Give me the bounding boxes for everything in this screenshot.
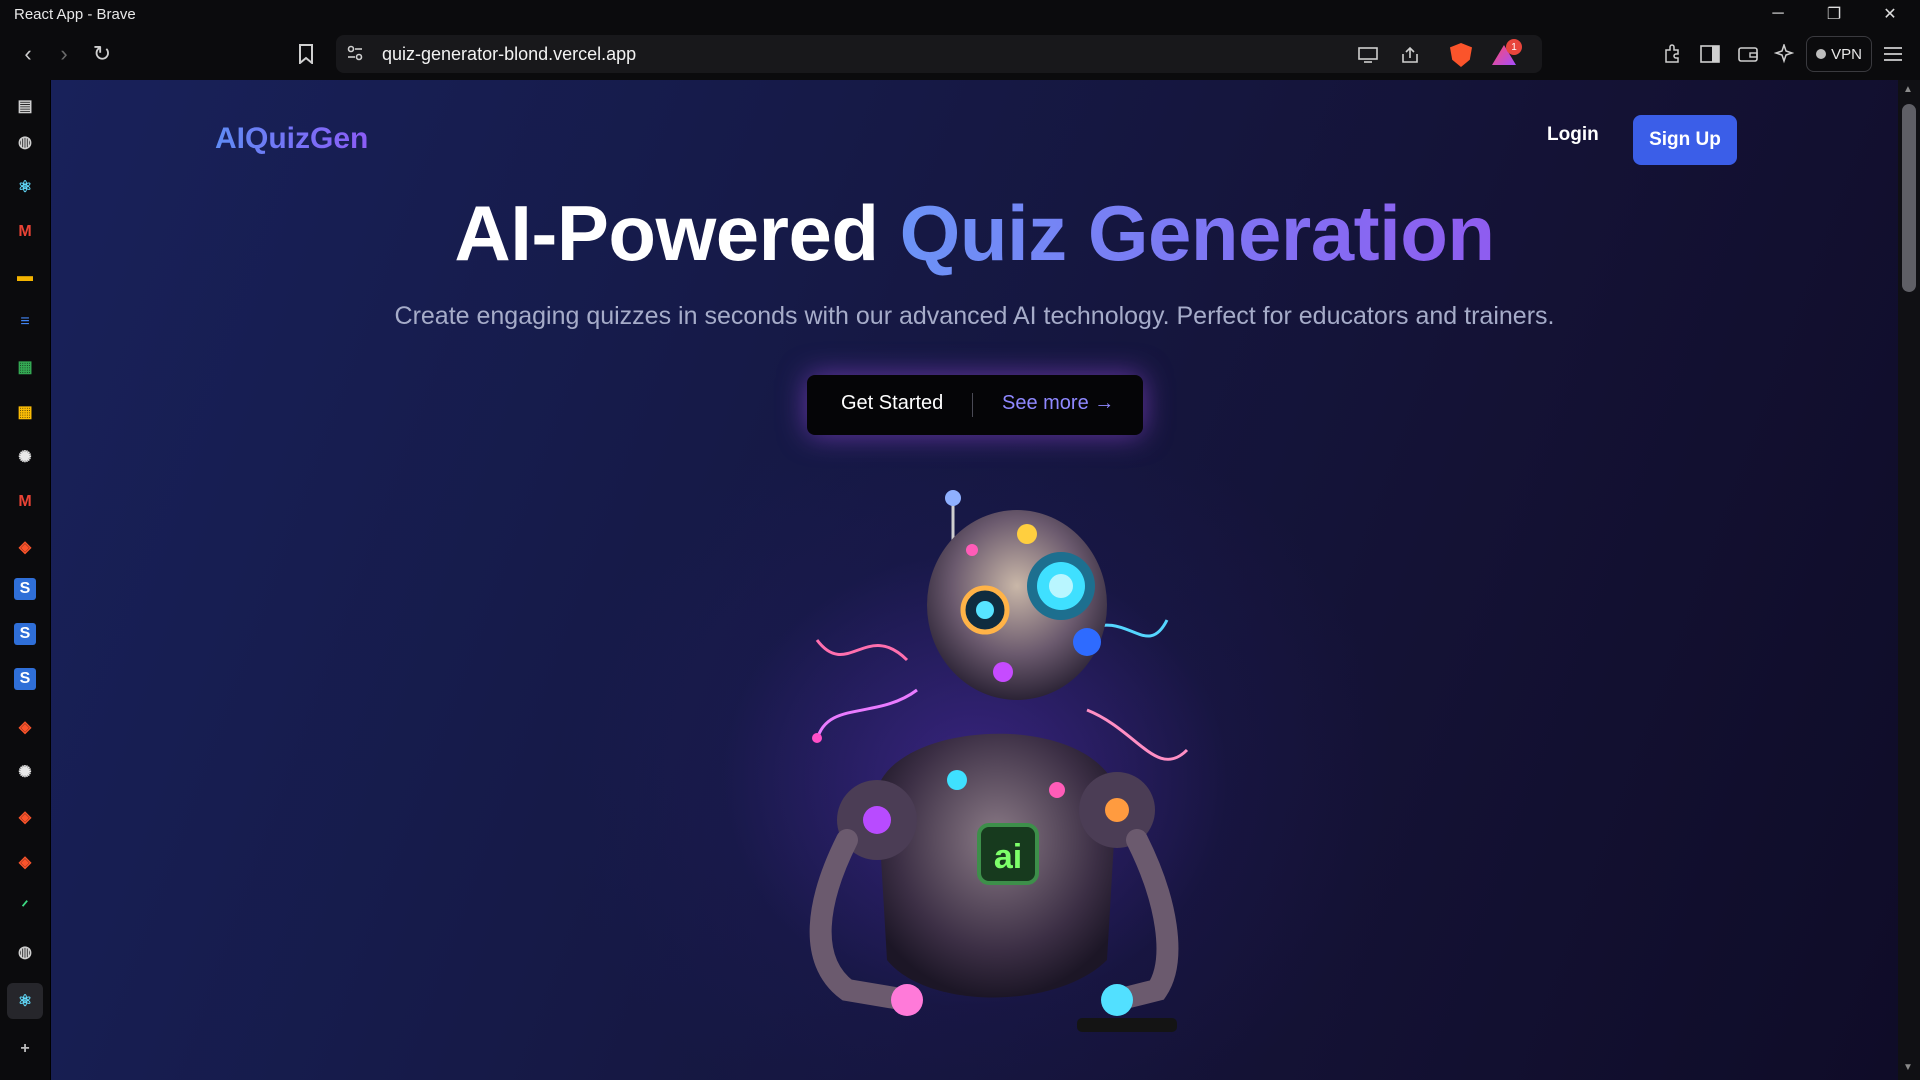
site-logo[interactable]: AIQuizGen: [215, 122, 368, 156]
react-icon-active[interactable]: ⚛: [7, 983, 43, 1019]
robot-ai-badge: ai: [994, 838, 1022, 876]
s-app-icon-3[interactable]: S: [14, 668, 36, 690]
site-info-icon[interactable]: [346, 44, 366, 64]
react-icon[interactable]: ⚛: [11, 173, 39, 201]
leaf-icon[interactable]: ᐟ: [11, 893, 39, 921]
hero-title: AI-Powered Quiz Generation: [51, 188, 1898, 279]
page-viewport: AIQuizGen Login Sign Up AI-Powered Quiz …: [51, 80, 1898, 1080]
brave-shield-icon-2[interactable]: ◈: [11, 713, 39, 741]
photos-icon[interactable]: ▦: [11, 353, 39, 381]
add-icon[interactable]: +: [11, 1035, 39, 1063]
restore-icon[interactable]: ❐: [1806, 0, 1862, 28]
browser-sidebar: ▤ ◍ ⚛ M ▬ ≡ ▦ ▦ ✺ M ◈ S S S ◈ ✺ ◈ ◈ ᐟ ◍ ⚛ +: [0, 80, 50, 1080]
close-icon[interactable]: ✕: [1862, 0, 1918, 28]
window-titlebar: React App - Brave ─ ❐ ✕: [0, 0, 1920, 28]
globe-icon[interactable]: ◍: [11, 128, 39, 156]
signup-button[interactable]: Sign Up: [1633, 115, 1737, 165]
openai-icon[interactable]: ✺: [11, 443, 39, 471]
cta-divider: [972, 393, 973, 417]
scrollbar-thumb[interactable]: [1902, 104, 1916, 292]
brave-shield-icon-4[interactable]: ◈: [11, 848, 39, 876]
address-bar[interactable]: quiz-generator-blond.vercel.app 1: [336, 35, 1542, 73]
see-more-link[interactable]: See more →: [1002, 392, 1114, 415]
page-scrollbar[interactable]: ▲ ▼: [1898, 80, 1920, 1080]
gmail-icon[interactable]: M: [11, 218, 39, 246]
back-icon[interactable]: ‹: [12, 38, 44, 70]
extensions-icon[interactable]: [1659, 42, 1685, 66]
scroll-down-icon[interactable]: ▼: [1903, 1062, 1913, 1073]
menu-icon[interactable]: [1880, 42, 1906, 66]
bookmark-icon[interactable]: [290, 38, 322, 70]
rewards-badge: 1: [1506, 39, 1522, 55]
robot-illustration: ai: [809, 490, 1189, 1032]
hero-title-accent: Quiz Generation: [899, 189, 1495, 277]
vpn-status-icon: [1816, 49, 1827, 59]
gmail-icon-2[interactable]: M: [11, 488, 39, 516]
url-text[interactable]: quiz-generator-blond.vercel.app: [382, 44, 636, 65]
forward-icon[interactable]: ›: [48, 38, 80, 70]
scroll-up-icon[interactable]: ▲: [1903, 84, 1913, 95]
openai-icon-2[interactable]: ✺: [11, 758, 39, 786]
brave-shield-icon-3[interactable]: ◈: [11, 803, 39, 831]
s-app-icon-2[interactable]: S: [14, 623, 36, 645]
window-title: React App - Brave: [14, 6, 136, 23]
cast-icon[interactable]: [1354, 45, 1382, 65]
docs-icon[interactable]: ≡: [11, 308, 39, 336]
browser-toolbar: ‹ › ↻ quiz-generator-blond.vercel.app 1 …: [0, 28, 1920, 80]
wallet-icon[interactable]: [1735, 42, 1761, 66]
brave-shield-icon[interactable]: ◈: [11, 533, 39, 561]
globe-icon-2[interactable]: ◍: [11, 938, 39, 966]
sidebar-panel-icon[interactable]: ▤: [11, 92, 39, 120]
share-icon[interactable]: [1396, 45, 1424, 65]
sidebar-toggle-icon[interactable]: [1697, 42, 1723, 66]
photos-icon-2[interactable]: ▦: [11, 398, 39, 426]
vpn-button[interactable]: VPN: [1806, 36, 1872, 72]
hero-subtitle: Create engaging quizzes in seconds with …: [394, 302, 1555, 330]
login-link[interactable]: Login: [1547, 124, 1599, 146]
minimize-icon[interactable]: ─: [1750, 0, 1806, 28]
get-started-button[interactable]: Get Started: [841, 392, 943, 415]
hero-title-plain: AI-Powered: [454, 189, 879, 277]
reload-icon[interactable]: ↻: [86, 38, 118, 70]
brave-shields-icon[interactable]: [1450, 43, 1472, 67]
s-app-icon[interactable]: S: [14, 578, 36, 600]
vpn-label: VPN: [1831, 45, 1862, 63]
leo-ai-icon[interactable]: [1771, 42, 1797, 66]
slides-icon[interactable]: ▬: [11, 263, 39, 291]
cta-group: Get Started See more →: [807, 375, 1143, 435]
